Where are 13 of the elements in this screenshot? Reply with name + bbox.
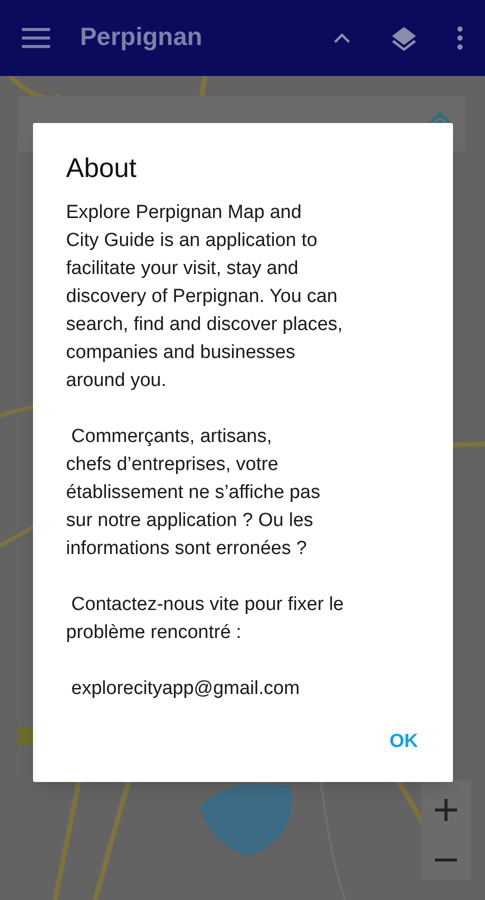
dialog-paragraph: Commerçants, artisans, chefs d’entreprises, votre établissement ne s’affiche pas sur notre application ? Ou les informations sont erronées ? — [66, 425, 320, 561]
app-title: Perpignan — [80, 22, 202, 54]
zoom-out-icon[interactable] — [435, 858, 457, 862]
dialog-paragraph: Contactez-nous vite pour fixer le problème rencontré : — [66, 593, 344, 645]
more-icon[interactable] — [457, 26, 463, 50]
dialog-paragraph: Explore Perpignan Map and City Guide is an application to facilitate your visit, stay and discovery of Perpignan. You can search, find and discover places, companies and businesses around you. — [66, 201, 343, 393]
chevron-up-icon[interactable] — [333, 32, 351, 44]
dialog-paragraph: explorecityapp@gmail.com — [70, 677, 300, 701]
ok-button[interactable]: OK — [380, 722, 428, 762]
layers-icon[interactable] — [391, 25, 417, 51]
dialog-title: About — [66, 152, 137, 185]
menu-icon[interactable] — [22, 28, 50, 48]
zoom-in-icon[interactable] — [435, 798, 457, 820]
